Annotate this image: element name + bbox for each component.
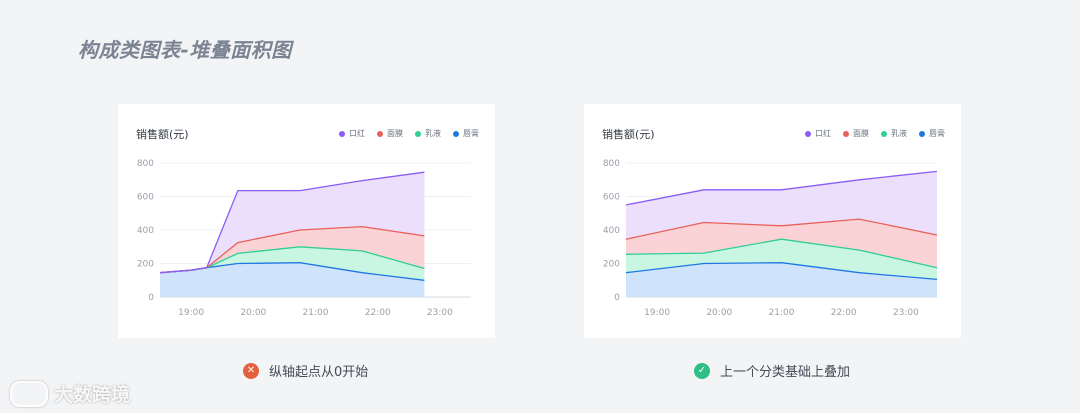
legend-item-lipstick: 口红 bbox=[339, 128, 365, 139]
watermark-logo-icon bbox=[10, 380, 48, 407]
legend-item-lipstick: 口红 bbox=[805, 128, 831, 139]
legend-item-lotion: 乳液 bbox=[415, 128, 441, 139]
x-tick-label: 21:00 bbox=[303, 308, 329, 318]
legend-label: 唇膏 bbox=[929, 129, 945, 138]
legend-item-mask: 面膜 bbox=[377, 128, 403, 139]
watermark-text: 大数跨境 bbox=[54, 384, 131, 406]
legend-label: 面膜 bbox=[387, 129, 403, 138]
legend-item-mask: 面膜 bbox=[843, 128, 869, 139]
x-tick-label: 23:00 bbox=[427, 308, 453, 318]
y-tick-label: 0 bbox=[148, 293, 154, 303]
legend-label: 口红 bbox=[815, 129, 831, 138]
y-tick-label: 400 bbox=[137, 226, 154, 236]
x-tick-label: 20:00 bbox=[706, 308, 732, 318]
chart-card-wrong: 0 200 400 600 800 19:00 20:00 21:00 22:00 23:00 销… bbox=[118, 104, 495, 338]
x-tick-label: 22:00 bbox=[831, 308, 857, 318]
caption-text: 纵轴起点从0开始 bbox=[269, 365, 369, 380]
legend-dot-icon bbox=[339, 130, 345, 137]
error-x-icon: ✕ bbox=[243, 362, 259, 379]
y-tick-label: 600 bbox=[603, 193, 620, 203]
x-tick-label: 20:00 bbox=[240, 308, 266, 318]
caption-right: ✓ 上一个分类基础上叠加 bbox=[694, 361, 850, 380]
x-tick-label: 19:00 bbox=[644, 308, 670, 318]
x-tick-label: 23:00 bbox=[893, 308, 919, 318]
x-tick-label: 19:00 bbox=[178, 308, 204, 318]
caption-wrong: ✕ 纵轴起点从0开始 bbox=[243, 361, 368, 380]
legend-dot-icon bbox=[377, 130, 383, 137]
legend-dot-icon bbox=[919, 130, 925, 137]
legend-item-lotion: 乳液 bbox=[881, 128, 907, 139]
y-tick-label: 200 bbox=[137, 260, 154, 270]
chart-title: 销售额(元) bbox=[602, 128, 655, 141]
page-title: 构成类图表-堆叠面积图 bbox=[78, 38, 292, 62]
legend-label: 乳液 bbox=[425, 129, 441, 138]
caption-text: 上一个分类基础上叠加 bbox=[720, 365, 851, 380]
y-tick-label: 0 bbox=[614, 293, 620, 303]
legend-dot-icon bbox=[881, 130, 887, 137]
y-tick-label: 800 bbox=[137, 159, 154, 169]
chart-title: 销售额(元) bbox=[136, 128, 189, 141]
legend-dot-icon bbox=[415, 130, 421, 137]
legend-label: 口红 bbox=[349, 129, 365, 138]
check-icon: ✓ bbox=[694, 362, 710, 379]
legend-label: 乳液 bbox=[891, 129, 907, 138]
x-tick-label: 21:00 bbox=[769, 308, 795, 318]
y-tick-label: 800 bbox=[603, 159, 620, 169]
watermark: 大数跨境 bbox=[10, 380, 130, 407]
chart-legend: 口红 面膜 乳液 唇膏 bbox=[339, 128, 479, 139]
legend-item-lipbalm: 唇膏 bbox=[919, 128, 945, 139]
y-tick-label: 600 bbox=[137, 193, 154, 203]
legend-item-lipbalm: 唇膏 bbox=[453, 128, 479, 139]
legend-dot-icon bbox=[453, 130, 459, 137]
legend-label: 面膜 bbox=[853, 129, 869, 138]
chart-card-right: 0 200 400 600 800 19:00 20:00 21:00 22:00 23:00 销… bbox=[584, 104, 961, 338]
chart-legend: 口红 面膜 乳液 唇膏 bbox=[805, 128, 945, 139]
legend-dot-icon bbox=[805, 130, 811, 137]
y-tick-label: 400 bbox=[603, 226, 620, 236]
y-tick-label: 200 bbox=[603, 260, 620, 270]
x-tick-label: 22:00 bbox=[365, 308, 391, 318]
legend-label: 唇膏 bbox=[463, 129, 479, 138]
legend-dot-icon bbox=[843, 130, 849, 137]
